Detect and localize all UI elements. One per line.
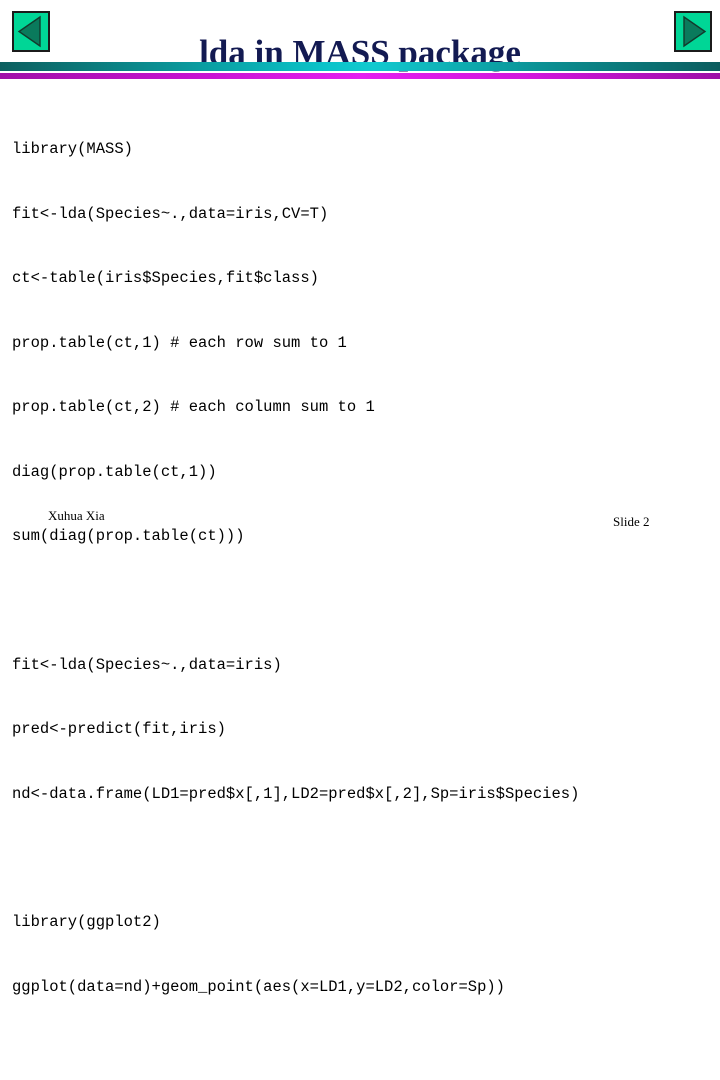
code-block: fit<-lda(Species~.,data=iris) pred<-pred… bbox=[12, 612, 712, 849]
code-line: ct<-table(iris$Species,fit$class) bbox=[12, 269, 319, 287]
divider-band-magenta bbox=[0, 73, 720, 79]
triangle-right-icon bbox=[683, 15, 707, 48]
code-line: ggplot(data=nd)+geom_point(aes(x=LD1,y=L… bbox=[12, 977, 505, 996]
title-bar: lda in MASS package bbox=[0, 0, 720, 72]
code-content: library(MASS) fit<-lda(Species~.,data=ir… bbox=[12, 96, 712, 1080]
code-line: library(ggplot2) bbox=[12, 913, 161, 931]
code-line: diag(prop.table(ct,1)) bbox=[12, 462, 217, 481]
divider-band-teal bbox=[0, 62, 720, 71]
footer-author: Xuhua Xia bbox=[48, 508, 105, 523]
code-line: sum(diag(prop.table(ct))) bbox=[12, 527, 245, 545]
previous-slide-button[interactable] bbox=[12, 11, 50, 52]
code-line: fit<-lda(Species~.,data=iris,CV=T) bbox=[12, 204, 329, 223]
next-slide-button[interactable] bbox=[674, 11, 712, 52]
code-line: library(MASS) bbox=[12, 140, 133, 158]
code-block: library(ggplot2) ggplot(data=nd)+geom_po… bbox=[12, 869, 712, 1041]
code-block: install.packages("kla.R") library(kla.R)… bbox=[12, 1062, 712, 1080]
code-block: library(MASS) fit<-lda(Species~.,data=ir… bbox=[12, 96, 712, 591]
code-line: nd<-data.frame(LD1=pred$x[,1],LD2=pred$x… bbox=[12, 784, 580, 803]
code-line: prop.table(ct,1) # each row sum to 1 bbox=[12, 333, 347, 352]
slide-number: Slide 2 bbox=[613, 514, 650, 529]
code-line: fit<-lda(Species~.,data=iris) bbox=[12, 655, 282, 674]
code-line: prop.table(ct,2) # each column sum to 1 bbox=[12, 398, 375, 416]
triangle-left-icon bbox=[17, 15, 41, 48]
code-line: pred<-predict(fit,iris) bbox=[12, 720, 226, 738]
header-divider bbox=[0, 61, 720, 81]
